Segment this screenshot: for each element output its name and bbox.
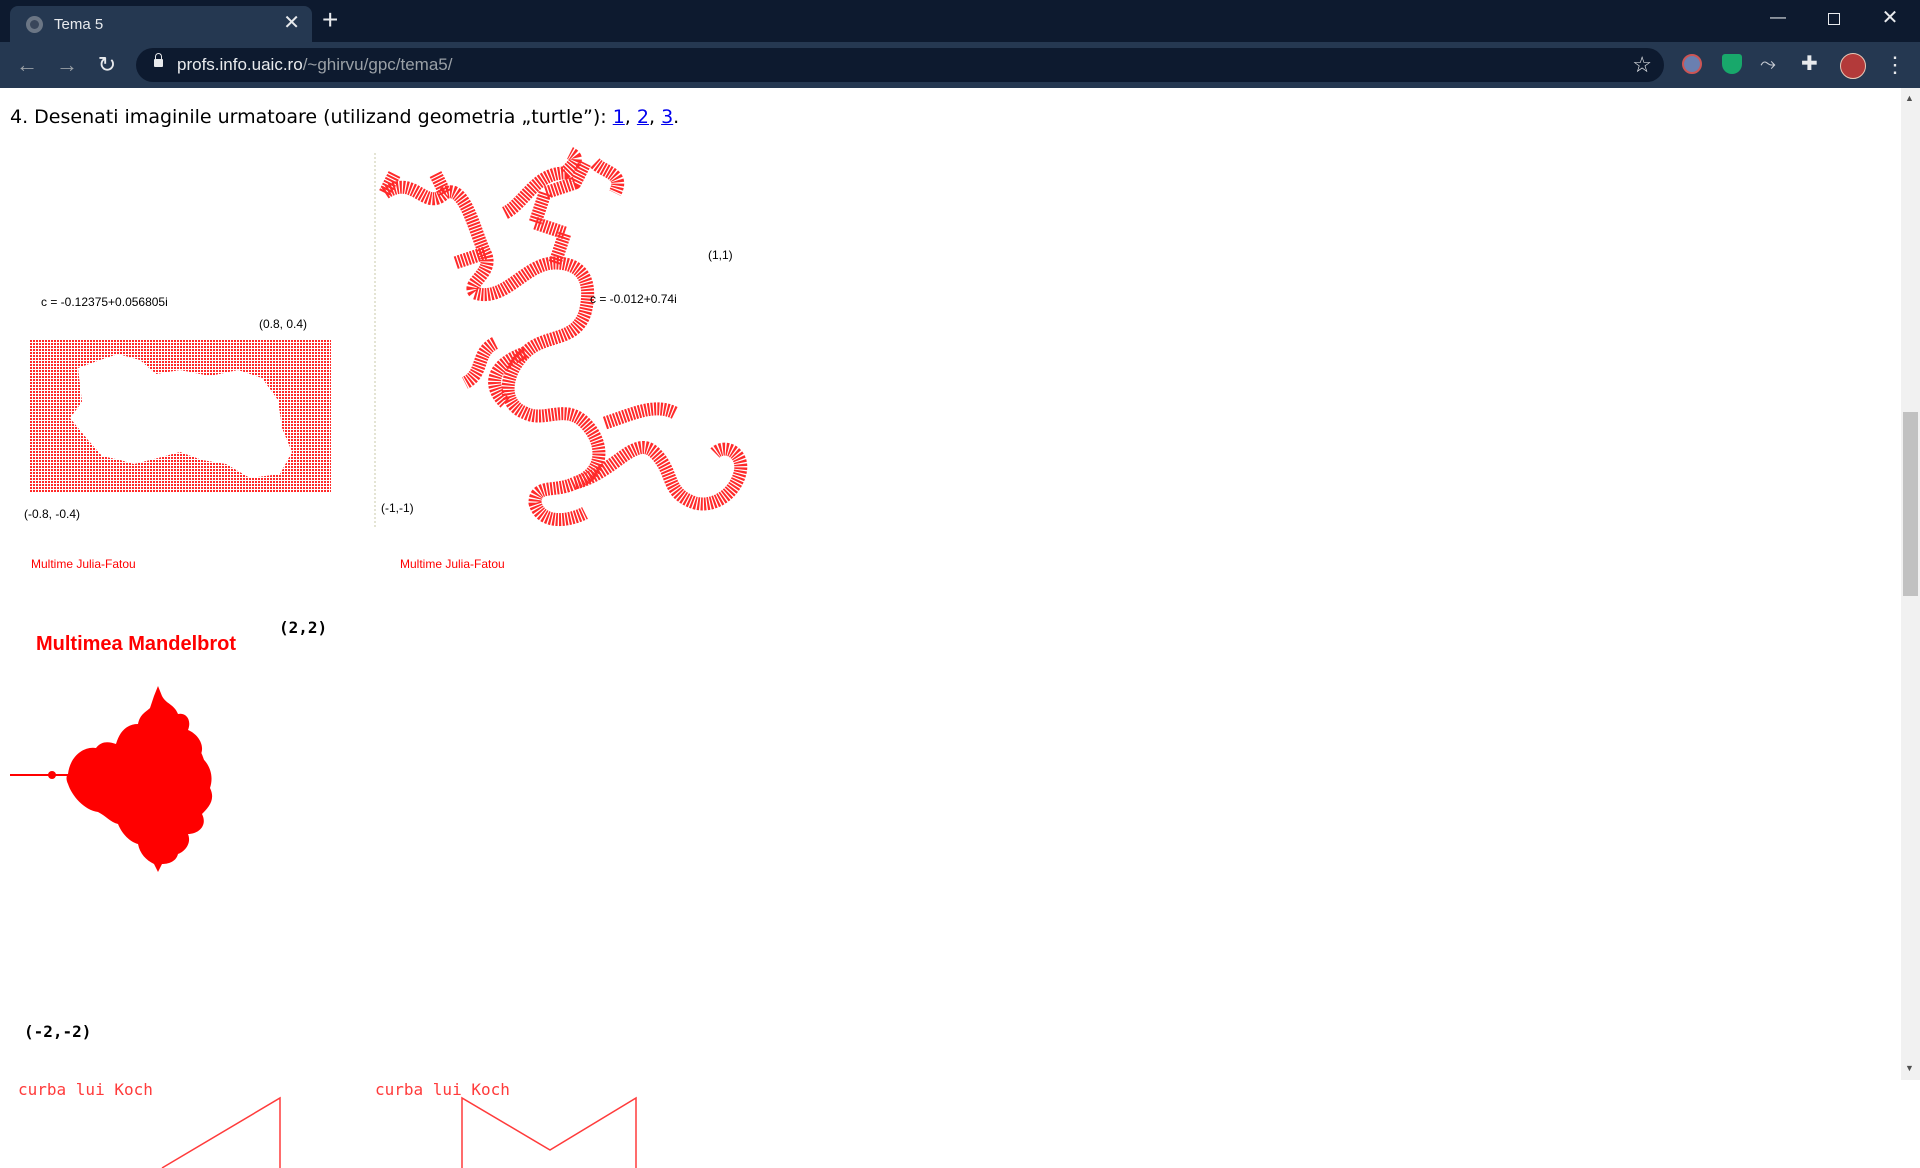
url-path: /~ghirvu/gpc/tema5/ — [302, 55, 453, 74]
vertical-scrollbar[interactable]: ▲ ▼ — [1901, 88, 1920, 1080]
julia1-image — [30, 340, 331, 492]
koch1-caption: curba lui Koch — [18, 1080, 153, 1099]
scroll-up-arrow-icon[interactable]: ▲ — [1905, 93, 1914, 103]
lock-icon[interactable] — [154, 53, 163, 67]
address-bar[interactable]: profs.info.uaic.ro/~ghirvu/gpc/tema5/ ☆ — [136, 48, 1664, 82]
reload-button[interactable]: ↻ — [90, 48, 124, 82]
julia2-bottom-left-label: (-1,-1) — [381, 501, 414, 515]
url-text[interactable]: profs.info.uaic.ro/~ghirvu/gpc/tema5/ — [177, 55, 452, 75]
restore-button[interactable] — [1811, 0, 1857, 36]
link-3[interactable]: 3 — [661, 106, 673, 128]
window-close-button[interactable]: ✕ — [1867, 0, 1913, 36]
browser-toolbar: ← → ↻ profs.info.uaic.ro/~ghirvu/gpc/tem… — [0, 42, 1920, 88]
tab-strip: Tema 5 ✕ + — ✕ — [0, 0, 1920, 42]
mandelbrot-title: Multimea Mandelbrot — [36, 633, 237, 655]
back-button[interactable]: ← — [10, 48, 44, 82]
link-2[interactable]: 2 — [637, 106, 649, 128]
tab-title: Tema 5 — [54, 16, 104, 33]
globe-icon — [26, 16, 43, 33]
julia1-top-right-label: (0.8, 0.4) — [259, 317, 308, 331]
mandelbrot-top-right-label: (2,2) — [279, 618, 328, 637]
mandelbrot-image — [10, 686, 213, 872]
profile-avatar[interactable] — [1840, 53, 1866, 79]
restore-icon — [1828, 13, 1840, 25]
julia2-caption: Multime Julia-Fatou — [400, 557, 505, 571]
exercise-heading: 4. Desenati imaginile urmatoare (utiliza… — [10, 106, 680, 128]
julia1-c-label: c = -0.12375+0.056805i — [41, 295, 168, 309]
julia2-top-right-label: (1,1) — [708, 248, 733, 262]
mandelbrot-bottom-left-label: (-2,-2) — [24, 1022, 92, 1041]
extension-icon[interactable] — [1682, 54, 1702, 74]
heading-text: 4. Desenati imaginile urmatoare (utiliza… — [10, 106, 613, 128]
tab-tema5[interactable]: Tema 5 ✕ — [10, 6, 312, 42]
close-tab-icon[interactable]: ✕ — [283, 12, 300, 34]
koch2-caption: curba lui Koch — [375, 1080, 510, 1099]
koch2-curve — [461, 1096, 637, 1168]
extension-wave-icon[interactable]: ⤳ — [1760, 54, 1780, 74]
koch1-curve — [161, 1096, 281, 1168]
julia2-c-label: c = -0.012+0.74i — [590, 292, 677, 306]
scroll-thumb[interactable] — [1903, 412, 1918, 596]
puzzle-extensions-icon[interactable]: ✚ — [1801, 54, 1821, 74]
shield-extension-icon[interactable] — [1722, 54, 1742, 74]
link-1[interactable]: 1 — [613, 106, 625, 128]
julia1-bottom-left-label: (-0.8, -0.4) — [24, 507, 81, 521]
page-content: 4. Desenati imaginile urmatoare (utiliza… — [0, 88, 1900, 1168]
bookmark-star-icon[interactable]: ☆ — [1632, 52, 1652, 78]
scroll-down-arrow-icon[interactable]: ▼ — [1905, 1063, 1914, 1073]
new-tab-button[interactable]: + — [322, 4, 338, 36]
julia1-caption: Multime Julia-Fatou — [31, 557, 136, 571]
julia2-image — [379, 147, 748, 527]
forward-button[interactable]: → — [50, 48, 84, 82]
minimize-button[interactable]: — — [1755, 0, 1801, 36]
menu-kebab-icon[interactable]: ⋮ — [1880, 48, 1910, 82]
url-host: profs.info.uaic.ro — [177, 55, 303, 74]
